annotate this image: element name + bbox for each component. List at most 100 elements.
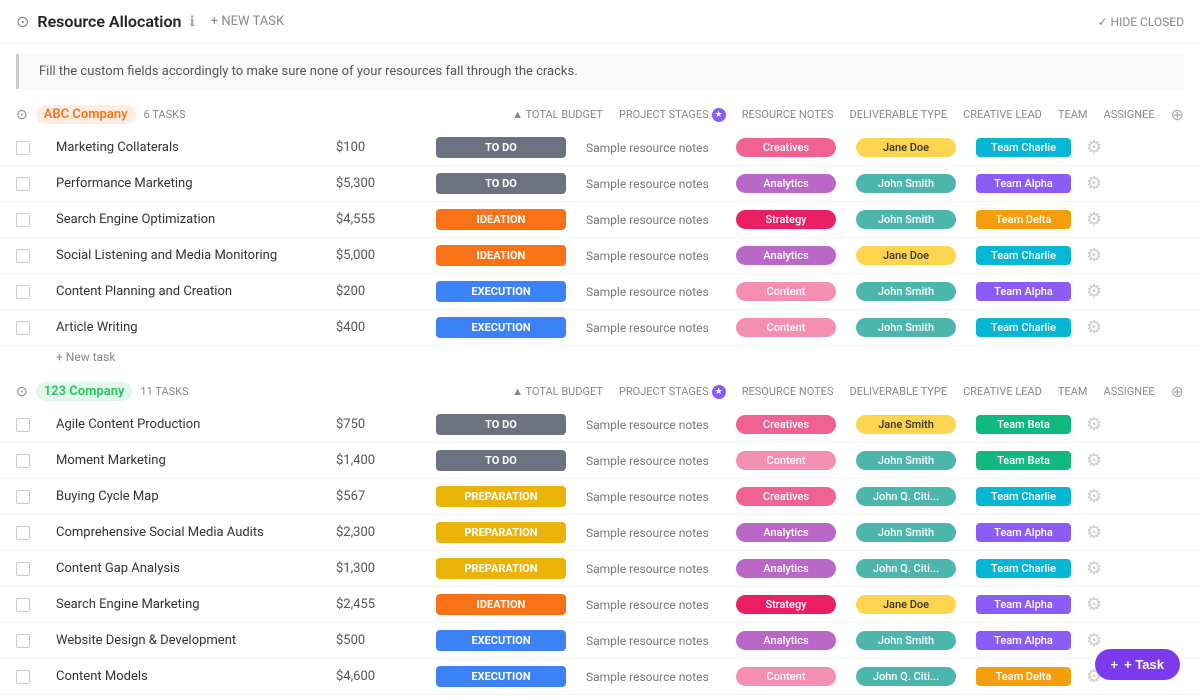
task-budget: $1,400 [336, 453, 436, 468]
task-checkbox[interactable] [16, 670, 56, 684]
group-stages-label: PROJECT STAGES ★ [619, 108, 726, 122]
hide-closed-button[interactable]: ✓ HIDE CLOSED [1098, 15, 1185, 29]
creative-lead: Jane Doe [856, 595, 976, 614]
assignee[interactable]: ⚙ [1086, 414, 1136, 435]
task-checkbox[interactable] [16, 418, 56, 432]
assignee[interactable]: ⚙ [1086, 173, 1136, 194]
creative-lead-badge: John Smith [856, 631, 956, 650]
task-checkbox[interactable] [16, 141, 56, 155]
assignee-icon[interactable]: ⚙ [1086, 450, 1102, 471]
task-budget: $200 [336, 284, 436, 299]
assignee-icon[interactable]: ⚙ [1086, 522, 1102, 543]
group-team-label: TEAM [1058, 108, 1088, 121]
task-stage: IDEATION [436, 594, 586, 615]
task-checkbox[interactable] [16, 526, 56, 540]
task-checkbox[interactable] [16, 562, 56, 576]
creative-lead: Jane Doe [856, 246, 976, 265]
stage-badge: IDEATION [436, 245, 566, 266]
assignee-icon[interactable]: ⚙ [1086, 486, 1102, 507]
task-name: Content Gap Analysis [56, 561, 336, 576]
assignee[interactable]: ⚙ [1086, 522, 1136, 543]
assignee-icon[interactable]: ⚙ [1086, 245, 1102, 266]
table-row: Social Listening and Media Monitoring $5… [0, 238, 1200, 274]
assignee-icon[interactable]: ⚙ [1086, 558, 1102, 579]
deliverable-type: Analytics [736, 631, 856, 650]
assignee[interactable]: ⚙ [1086, 630, 1136, 651]
table-row: Article Writing $400 EXECUTION Sample re… [0, 310, 1200, 346]
task-stage: PREPARATION [436, 486, 586, 507]
resource-notes: Sample resource notes [586, 321, 736, 335]
group-toggle-company123[interactable]: ⊙ [16, 384, 28, 400]
add-column-button[interactable]: ⊕ [1171, 105, 1184, 124]
assignee-icon[interactable]: ⚙ [1086, 414, 1102, 435]
assignee[interactable]: ⚙ [1086, 245, 1136, 266]
assignee-icon[interactable]: ⚙ [1086, 173, 1102, 194]
creative-lead-badge: John Smith [856, 523, 956, 542]
back-icon[interactable]: ⊙ [16, 12, 29, 31]
deliverable-type: Creatives [736, 415, 856, 434]
deliverable-badge: Analytics [736, 559, 836, 578]
add-task-row[interactable]: + New task [0, 346, 1200, 368]
assignee[interactable]: ⚙ [1086, 450, 1136, 471]
task-budget: $500 [336, 633, 436, 648]
task-name: Content Models [56, 669, 336, 684]
task-stage: EXECUTION [436, 630, 586, 651]
assignee-icon[interactable]: ⚙ [1086, 630, 1102, 651]
table-row: Buying Cycle Map $567 PREPARATION Sample… [0, 479, 1200, 515]
deliverable-badge: Analytics [736, 174, 836, 193]
assignee-icon[interactable]: ⚙ [1086, 281, 1102, 302]
add-task-button[interactable]: + + Task [1095, 649, 1180, 680]
deliverable-type: Content [736, 667, 856, 686]
task-checkbox[interactable] [16, 285, 56, 299]
team-badge: Team Charlie [976, 318, 1071, 337]
team-badge: Team Charlie [976, 487, 1071, 506]
task-checkbox[interactable] [16, 249, 56, 263]
deliverable-type: Analytics [736, 523, 856, 542]
creative-lead-badge: John Smith [856, 318, 956, 337]
assignee-icon[interactable]: ⚙ [1086, 317, 1102, 338]
assignee-icon[interactable]: ⚙ [1086, 209, 1102, 230]
group-name-abc[interactable]: ABC Company [36, 105, 136, 124]
assignee[interactable]: ⚙ [1086, 281, 1136, 302]
assignee[interactable]: ⚙ [1086, 486, 1136, 507]
group-section-company123: ⊙ 123 Company 11 TASKS ▲ TOTAL BUDGET PR… [0, 376, 1200, 699]
assignee[interactable]: ⚙ [1086, 137, 1136, 158]
assignee[interactable]: ⚙ [1086, 594, 1136, 615]
task-budget: $100 [336, 140, 436, 155]
team: Team Alpha [976, 631, 1086, 650]
task-checkbox[interactable] [16, 177, 56, 191]
assignee[interactable]: ⚙ [1086, 209, 1136, 230]
assignee[interactable]: ⚙ [1086, 317, 1136, 338]
task-budget: $5,000 [336, 248, 436, 263]
task-checkbox[interactable] [16, 454, 56, 468]
team-badge: Team Alpha [976, 631, 1071, 650]
group-stages-label: PROJECT STAGES ★ [619, 385, 726, 399]
assignee-icon[interactable]: ⚙ [1086, 594, 1102, 615]
team-badge: Team Alpha [976, 523, 1071, 542]
group-creative-label: CREATIVE LEAD [963, 108, 1042, 121]
task-name: Social Listening and Media Monitoring [56, 248, 336, 263]
deliverable-type: Content [736, 282, 856, 301]
group-resource-label: RESOURCE NOTES [742, 385, 834, 398]
task-budget: $4,600 [336, 669, 436, 684]
team-badge: Team Alpha [976, 595, 1071, 614]
assignee[interactable]: ⚙ [1086, 558, 1136, 579]
team: Team Alpha [976, 282, 1086, 301]
group-name-company123[interactable]: 123 Company [36, 382, 133, 401]
task-checkbox[interactable] [16, 321, 56, 335]
creative-lead-badge: Jane Doe [856, 138, 956, 157]
info-icon[interactable]: ℹ [189, 14, 194, 30]
task-checkbox[interactable] [16, 598, 56, 612]
add-column-button[interactable]: ⊕ [1171, 382, 1184, 401]
assignee-icon[interactable]: ⚙ [1086, 137, 1102, 158]
task-checkbox[interactable] [16, 213, 56, 227]
task-checkbox[interactable] [16, 634, 56, 648]
creative-lead: John Q. Citi... [856, 559, 976, 578]
task-checkbox[interactable] [16, 490, 56, 504]
group-toggle-abc[interactable]: ⊙ [16, 107, 28, 123]
new-task-button[interactable]: + NEW TASK [203, 10, 292, 33]
app-container: ⊙ Resource Allocation ℹ + NEW TASK ✓ HID… [0, 0, 1200, 699]
creative-lead-badge: Jane Smith [856, 415, 956, 434]
group-deliverable-label: DELIVERABLE TYPE [850, 385, 948, 398]
stages-star: ★ [712, 108, 726, 122]
